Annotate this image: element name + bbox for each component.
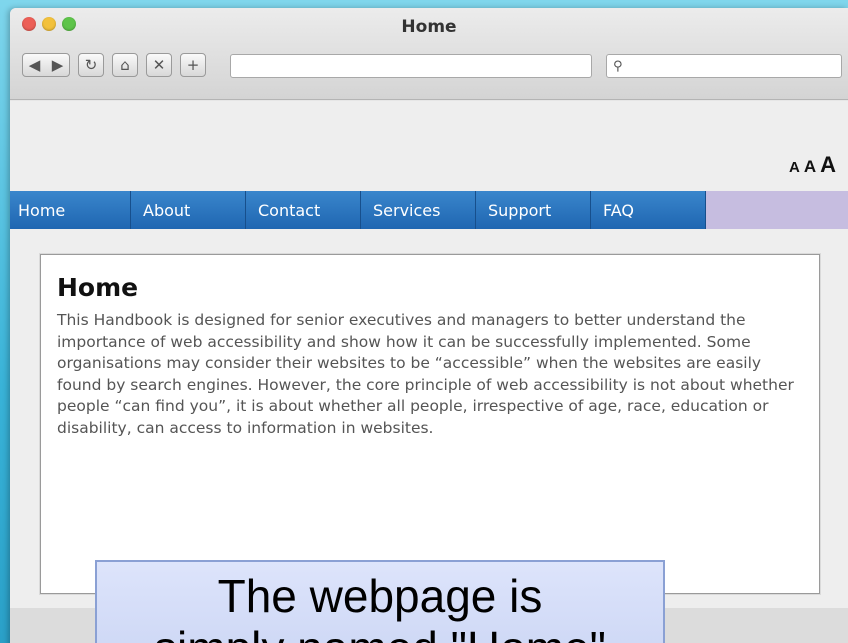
text-size-medium[interactable]: A	[804, 157, 816, 177]
content-box: Home This Handbook is designed for senio…	[40, 254, 820, 594]
nav-item-faq[interactable]: FAQ	[591, 191, 706, 229]
stop-button[interactable]: ✕	[146, 53, 172, 77]
nav-item-about[interactable]: About	[131, 191, 246, 229]
home-button[interactable]: ⌂	[112, 53, 138, 77]
page-heading: Home	[57, 273, 139, 302]
home-icon: ⌂	[120, 56, 130, 74]
forward-arrow-icon[interactable]: ▶	[52, 56, 64, 74]
url-input[interactable]	[230, 54, 592, 78]
search-icon: ⚲	[613, 58, 623, 74]
text-size-controls: A A A	[789, 152, 836, 178]
reload-button[interactable]: ↻	[78, 53, 104, 77]
annotation-callout: The webpage is simply named "Home"	[95, 560, 665, 643]
add-bookmark-icon: +	[186, 56, 200, 74]
nav-item-home[interactable]: Home	[10, 191, 131, 229]
window-title: Home	[401, 17, 457, 37]
callout-line-1: The webpage is	[217, 570, 543, 622]
toolbar: ◀ ▶ ↻ ⌂ ✕ +	[22, 53, 206, 77]
nav-item-contact[interactable]: Contact	[246, 191, 361, 229]
nav-item-services[interactable]: Services	[361, 191, 476, 229]
add-bookmark-button[interactable]: +	[180, 53, 206, 77]
titlebar: Home ◀ ▶ ↻ ⌂ ✕ + ⚲	[10, 8, 848, 100]
page-header-area	[10, 101, 848, 191]
reload-icon: ↻	[84, 56, 98, 74]
stop-icon: ✕	[152, 56, 166, 74]
callout-line-2: simply named "Home"	[97, 622, 663, 643]
browser-window: Home ◀ ▶ ↻ ⌂ ✕ + ⚲ A A A Home About Cont…	[10, 8, 848, 643]
text-size-large[interactable]: A	[820, 152, 836, 178]
main-nav: Home About Contact Services Support FAQ	[10, 191, 848, 229]
search-input[interactable]: ⚲	[606, 54, 842, 78]
nav-item-support[interactable]: Support	[476, 191, 591, 229]
back-forward-group: ◀ ▶	[22, 53, 70, 77]
back-arrow-icon[interactable]: ◀	[29, 56, 41, 74]
text-size-small[interactable]: A	[789, 159, 800, 176]
page-body-text: This Handbook is designed for senior exe…	[57, 311, 794, 437]
